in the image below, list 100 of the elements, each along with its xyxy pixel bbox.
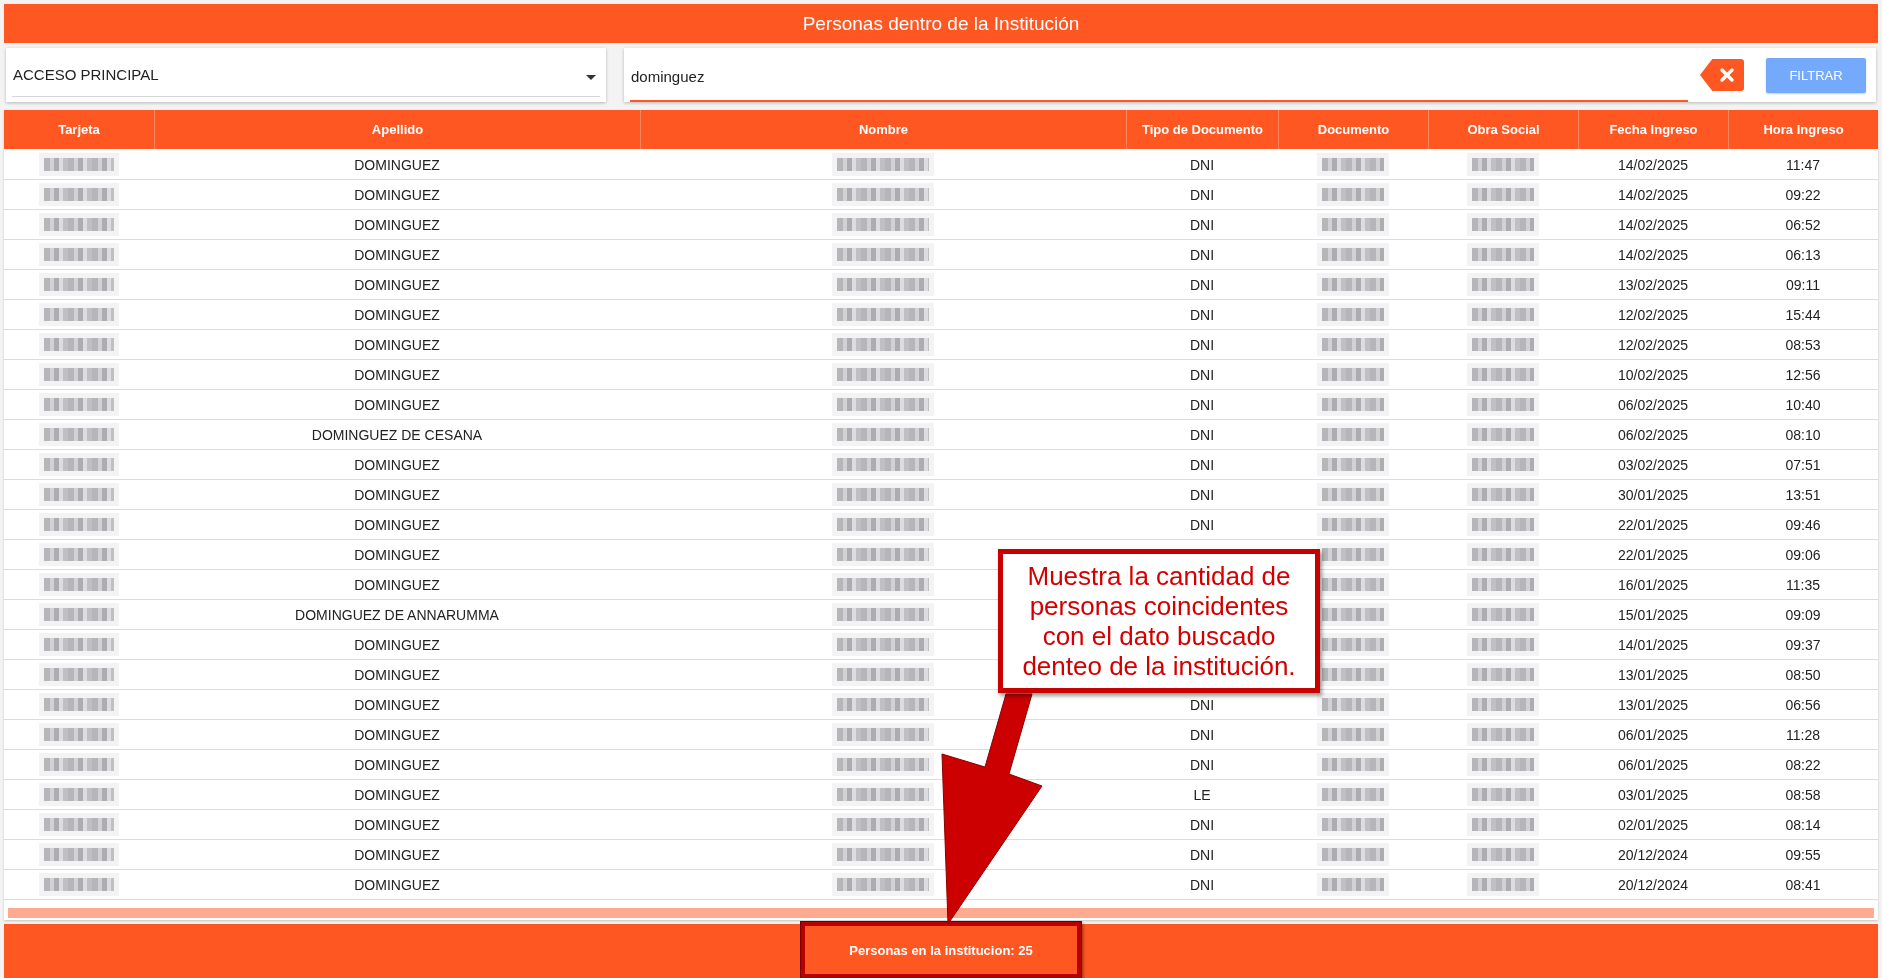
table-cell-text: 22/01/2025 xyxy=(1616,515,1690,535)
table-cell-text: 06:56 xyxy=(1784,695,1822,715)
table-cell-text: DOMINGUEZ xyxy=(353,785,441,805)
table-cell-text: 12/02/2025 xyxy=(1616,335,1690,355)
table-cell-text: DOMINGUEZ xyxy=(353,185,441,205)
table-cell-text: 09:55 xyxy=(1784,845,1822,865)
table-cell-text: LE xyxy=(1192,785,1212,805)
table-cell-text: DOMINGUEZ xyxy=(353,365,441,385)
page-title: Personas dentro de la Institución xyxy=(802,12,1080,35)
table-cell-text: DOMINGUEZ xyxy=(353,755,441,775)
table-cell-text: 12:56 xyxy=(1784,365,1822,385)
table-cell-text: DNI xyxy=(1188,365,1216,385)
table-cell-text: 11:28 xyxy=(1785,725,1821,745)
caret-icon xyxy=(586,74,596,80)
table-cell-text: DNI xyxy=(1188,305,1216,325)
table-cell-text: DOMINGUEZ xyxy=(353,695,441,715)
table-cell-text: 08:41 xyxy=(1784,875,1822,895)
column-header: Hora Ingreso xyxy=(1728,110,1878,149)
table-cell-text: DOMINGUEZ xyxy=(353,275,441,295)
table-cell-text: DNI xyxy=(1188,485,1216,505)
table-cell-text: DNI xyxy=(1188,395,1216,415)
column-header: Apellido xyxy=(154,110,640,149)
table-cell-text: DNI xyxy=(1188,725,1216,745)
table-cell-text: DNI xyxy=(1188,755,1216,775)
table-cell-text: 12/02/2025 xyxy=(1616,305,1690,325)
table-cell-text: 13/01/2025 xyxy=(1616,695,1690,715)
column-header: Tipo de Documento xyxy=(1126,110,1278,149)
access-select[interactable]: ACCESO PRINCIPAL xyxy=(6,48,606,102)
table-cell-text: DOMINGUEZ xyxy=(353,725,441,745)
table-cell-text: 09:46 xyxy=(1784,515,1822,535)
table-cell-text: 10:40 xyxy=(1784,395,1822,415)
table-cell-text: DNI xyxy=(1188,275,1216,295)
table-cell-text: DOMINGUEZ xyxy=(353,485,441,505)
table-cell-text: DOMINGUEZ xyxy=(353,335,441,355)
table-cell-text: 02/01/2025 xyxy=(1616,815,1690,835)
table-cell-text: 06/02/2025 xyxy=(1616,425,1690,445)
table-cell-text: 20/12/2024 xyxy=(1616,875,1690,895)
table-cell-text: 09:09 xyxy=(1784,605,1822,625)
table-cell-text: 22/01/2025 xyxy=(1616,545,1690,565)
table-cell-text: DNI xyxy=(1188,425,1216,445)
table-cell-text: 08:14 xyxy=(1784,815,1822,835)
table-cell-text: 13:51 xyxy=(1784,485,1822,505)
table-cell-text: 14/01/2025 xyxy=(1616,635,1690,655)
table-cell-text: DNI xyxy=(1188,335,1216,355)
table-cell-text: 09:37 xyxy=(1784,635,1822,655)
table-cell-text: DOMINGUEZ xyxy=(353,215,441,235)
table-cell-text: 06:13 xyxy=(1784,245,1822,265)
search-field[interactable]: dominguez xyxy=(630,48,1688,102)
table-cell-text: DOMINGUEZ xyxy=(353,845,441,865)
table-cell-text: 13/01/2025 xyxy=(1616,665,1690,685)
table-cell-text: 09:11 xyxy=(1785,275,1821,295)
table-cell-text: DNI xyxy=(1188,815,1216,835)
horizontal-scrollbar[interactable] xyxy=(8,908,1874,918)
table-cell-text: 08:53 xyxy=(1784,335,1822,355)
table-cell-text: DNI xyxy=(1188,215,1216,235)
table-cell-text: DOMINGUEZ xyxy=(353,815,441,835)
table-cell-text: 06/01/2025 xyxy=(1616,725,1690,745)
table-cell-text: 06:52 xyxy=(1784,215,1822,235)
table-cell-text: DOMINGUEZ xyxy=(353,155,441,175)
table-cell-text: 15/01/2025 xyxy=(1616,605,1690,625)
table-cell-text: 03/01/2025 xyxy=(1616,785,1690,805)
table-cell-text: DOMINGUEZ xyxy=(353,665,441,685)
table-cell-text: DNI xyxy=(1188,185,1216,205)
column-header: Obra Social xyxy=(1428,110,1578,149)
table-cell-text: 06/02/2025 xyxy=(1616,395,1690,415)
search-bar[interactable]: dominguez FILTRAR xyxy=(624,48,1876,102)
table-cell-text: 14/02/2025 xyxy=(1616,185,1690,205)
table-cell-text: DOMINGUEZ xyxy=(353,245,441,265)
table-cell-text: DOMINGUEZ DE ANNARUMMA xyxy=(294,605,500,625)
table-cell-text: 08:22 xyxy=(1784,755,1822,775)
table-cell-text: DNI xyxy=(1188,155,1216,175)
table-cell-text: 14/02/2025 xyxy=(1616,155,1690,175)
table-cell-text: 09:06 xyxy=(1784,545,1822,565)
table-cell-text: DNI xyxy=(1188,875,1216,895)
table-cell-text: 03/02/2025 xyxy=(1616,455,1690,475)
table-cell-text: DNI xyxy=(1188,845,1216,865)
table-cell-text: 09:22 xyxy=(1784,185,1822,205)
table-cell-text: DOMINGUEZ DE CESANA xyxy=(310,425,484,445)
table-cell-text: 15:44 xyxy=(1784,305,1822,325)
table-cell-text: 11:47 xyxy=(1785,155,1821,175)
table-cell-text: DOMINGUEZ xyxy=(353,875,441,895)
column-header: Nombre xyxy=(640,110,1126,149)
close-icon xyxy=(1717,65,1737,85)
callout-note: Muestra la cantidad de personas coincidentes con el dato buscado denteo de la institución. xyxy=(998,549,1320,693)
table-cell-text: 13/02/2025 xyxy=(1616,275,1690,295)
column-header: Tarjeta xyxy=(57,121,101,139)
table-cell-text: 06/01/2025 xyxy=(1616,755,1690,775)
table-cell-text: 08:10 xyxy=(1784,425,1822,445)
table-cell-text: DNI xyxy=(1188,695,1216,715)
table-cell-text: 10/02/2025 xyxy=(1616,365,1690,385)
table-cell-text: DOMINGUEZ xyxy=(353,575,441,595)
table-cell-text: DNI xyxy=(1188,455,1216,475)
table-cell-text: DOMINGUEZ xyxy=(353,455,441,475)
table-cell-text: 07:51 xyxy=(1784,455,1822,475)
table-cell-text: DOMINGUEZ xyxy=(353,515,441,535)
table-cell-text: 08:50 xyxy=(1784,665,1822,685)
clear-button[interactable] xyxy=(1700,59,1744,91)
table-cell-text: 14/02/2025 xyxy=(1616,245,1690,265)
column-header: Fecha Ingreso xyxy=(1578,110,1728,149)
table-cell-text: 16/01/2025 xyxy=(1616,575,1690,595)
